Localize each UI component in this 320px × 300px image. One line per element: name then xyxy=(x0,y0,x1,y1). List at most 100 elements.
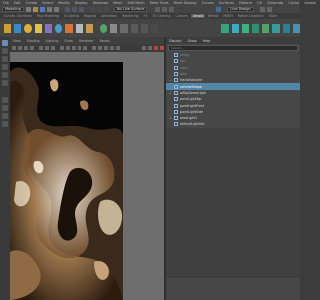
skydome-light-icon[interactable] xyxy=(14,23,22,33)
layout-single-icon[interactable] xyxy=(2,97,8,103)
arnold-render-view-icon[interactable] xyxy=(4,23,12,33)
move-tool-icon[interactable] xyxy=(2,64,8,70)
menu-edit-mesh[interactable]: Edit Mesh xyxy=(127,1,144,5)
menu-display[interactable]: Display xyxy=(75,1,88,5)
curve-collector-icon[interactable] xyxy=(85,23,93,33)
select-object-icon[interactable] xyxy=(71,7,77,12)
menu-arnold[interactable]: Arnold xyxy=(304,1,315,5)
render-settings-icon[interactable] xyxy=(169,7,175,12)
bifrost-icon[interactable] xyxy=(221,23,229,33)
bifrost-liquid-icon[interactable] xyxy=(231,23,239,33)
outliner-search-input[interactable]: Search... xyxy=(168,45,298,51)
menu-windows[interactable]: Windows xyxy=(93,1,109,5)
mode-dropdown[interactable]: Modeling xyxy=(2,7,24,12)
volume-icon[interactable] xyxy=(75,23,83,33)
workspace-dropdown[interactable]: Live Design xyxy=(227,7,254,12)
bifrost-collider-icon[interactable] xyxy=(262,23,270,33)
menu-select[interactable]: Select xyxy=(42,1,53,5)
live-surface-field[interactable]: No Live Surface xyxy=(113,7,148,12)
camera-attributes-icon[interactable] xyxy=(17,46,22,50)
open-scene-icon[interactable] xyxy=(32,7,38,12)
paint-select-icon[interactable] xyxy=(2,56,8,62)
menu-mesh-tools[interactable]: Mesh Tools xyxy=(150,1,169,5)
bifrost-kill-icon[interactable] xyxy=(272,23,280,33)
mesh-light-icon[interactable] xyxy=(34,23,42,33)
shelf-tab-fx[interactable]: FX xyxy=(142,14,150,18)
snap-grid-icon[interactable] xyxy=(89,7,95,12)
photometric-light-icon[interactable] xyxy=(44,23,53,33)
ssao-icon[interactable] xyxy=(104,46,109,50)
viewport-menu-panels[interactable]: Panels xyxy=(100,39,110,43)
antialias-icon[interactable] xyxy=(116,46,121,50)
physical-sky-icon[interactable] xyxy=(55,23,63,33)
viewport-menu-lighting[interactable]: Lighting xyxy=(46,39,59,43)
camera-select-icon[interactable] xyxy=(12,46,16,50)
wireframe-icon[interactable] xyxy=(59,46,64,50)
menu-curves[interactable]: Curves xyxy=(202,1,214,5)
shelf-tab-animation[interactable]: Animation xyxy=(99,14,119,18)
textured-icon[interactable] xyxy=(71,46,76,50)
menu-file[interactable]: File xyxy=(3,1,9,5)
snap-point-icon[interactable] xyxy=(103,7,109,12)
outliner-menu-display[interactable]: Display xyxy=(169,39,182,43)
image-plane-icon[interactable] xyxy=(29,46,34,50)
scale-tool-icon[interactable] xyxy=(2,80,8,86)
outliner-menu-show[interactable]: Show xyxy=(188,39,197,43)
lights-icon[interactable] xyxy=(77,46,82,50)
menu-mesh-display[interactable]: Mesh Display xyxy=(174,1,197,5)
xray-icon[interactable] xyxy=(92,46,97,50)
menu-mesh[interactable]: Mesh xyxy=(113,1,122,5)
lasso-tool-icon[interactable] xyxy=(2,48,8,54)
shelf-tab-custom[interactable]: Custom xyxy=(173,14,189,18)
arnold-settings-icon[interactable] xyxy=(120,23,128,33)
menu-uv[interactable]: UV xyxy=(257,1,262,5)
rotate-tool-icon[interactable] xyxy=(2,72,8,78)
save-scene-icon[interactable] xyxy=(39,7,45,12)
bifrost-aero-icon[interactable] xyxy=(241,23,249,33)
menu-deform[interactable]: Deform xyxy=(239,1,252,5)
expand-icon[interactable]: + xyxy=(169,116,172,120)
layout-outliner-icon[interactable] xyxy=(2,121,8,127)
bifrost-cache-icon[interactable] xyxy=(282,23,290,33)
color-management-icon[interactable] xyxy=(154,46,159,50)
standin-icon[interactable] xyxy=(65,23,73,33)
flush-cache-icon[interactable] xyxy=(140,23,149,33)
expand-icon[interactable]: + xyxy=(169,91,172,95)
shelf-tab-sculpting[interactable]: Sculpting xyxy=(62,14,81,18)
expand-icon[interactable]: + xyxy=(169,78,172,82)
menu-generate[interactable]: Generate xyxy=(267,1,283,5)
menu-surfaces[interactable]: Surfaces xyxy=(219,1,234,5)
render-icon[interactable] xyxy=(155,7,161,12)
bifrost-emitter-icon[interactable] xyxy=(251,23,260,33)
grid-icon[interactable] xyxy=(38,46,43,50)
shelf-tab-arnold[interactable]: Arnold xyxy=(190,14,206,18)
smooth-shade-icon[interactable] xyxy=(65,46,70,50)
viewport-menu-view[interactable]: View xyxy=(13,39,21,43)
resolution-gate-icon[interactable] xyxy=(50,46,55,50)
new-scene-icon[interactable] xyxy=(25,7,31,12)
snap-curve-icon[interactable] xyxy=(96,7,102,12)
viewport-menu-shading[interactable]: Shading xyxy=(27,39,40,43)
bookmark-icon[interactable] xyxy=(23,46,28,50)
redo-icon[interactable] xyxy=(53,7,59,12)
texture-icon[interactable] xyxy=(110,23,118,33)
layout-two-icon[interactable] xyxy=(2,113,8,119)
shelf-tab-motion-graphics[interactable]: Motion Graphics xyxy=(236,14,266,18)
shelf-tab-xgen[interactable]: XGen xyxy=(267,14,280,18)
shelf-tab-mash[interactable]: MASH xyxy=(221,14,234,18)
select-hierarchy-icon[interactable] xyxy=(64,7,70,12)
layout-icon[interactable] xyxy=(266,7,272,12)
select-tool-icon[interactable] xyxy=(2,40,8,46)
menu-cache[interactable]: Cache xyxy=(288,1,299,5)
layout-four-icon[interactable] xyxy=(2,105,8,111)
undo-icon[interactable] xyxy=(46,7,52,12)
shelf-tab-curves-surfaces[interactable]: Curves / Surfaces xyxy=(2,14,34,18)
isolate-select-icon[interactable] xyxy=(98,46,103,50)
outliner-menu-help[interactable]: Help xyxy=(203,39,211,43)
bifrost-settings-icon[interactable] xyxy=(292,23,301,33)
license-icon[interactable] xyxy=(151,23,159,33)
shelf-tab-bifrost[interactable]: Bifrost xyxy=(206,14,220,18)
shelf-tab-poly-modeling[interactable]: Poly Modeling xyxy=(35,14,61,18)
motion-blur-icon[interactable] xyxy=(110,46,115,50)
menu-modify[interactable]: Modify xyxy=(58,1,70,5)
